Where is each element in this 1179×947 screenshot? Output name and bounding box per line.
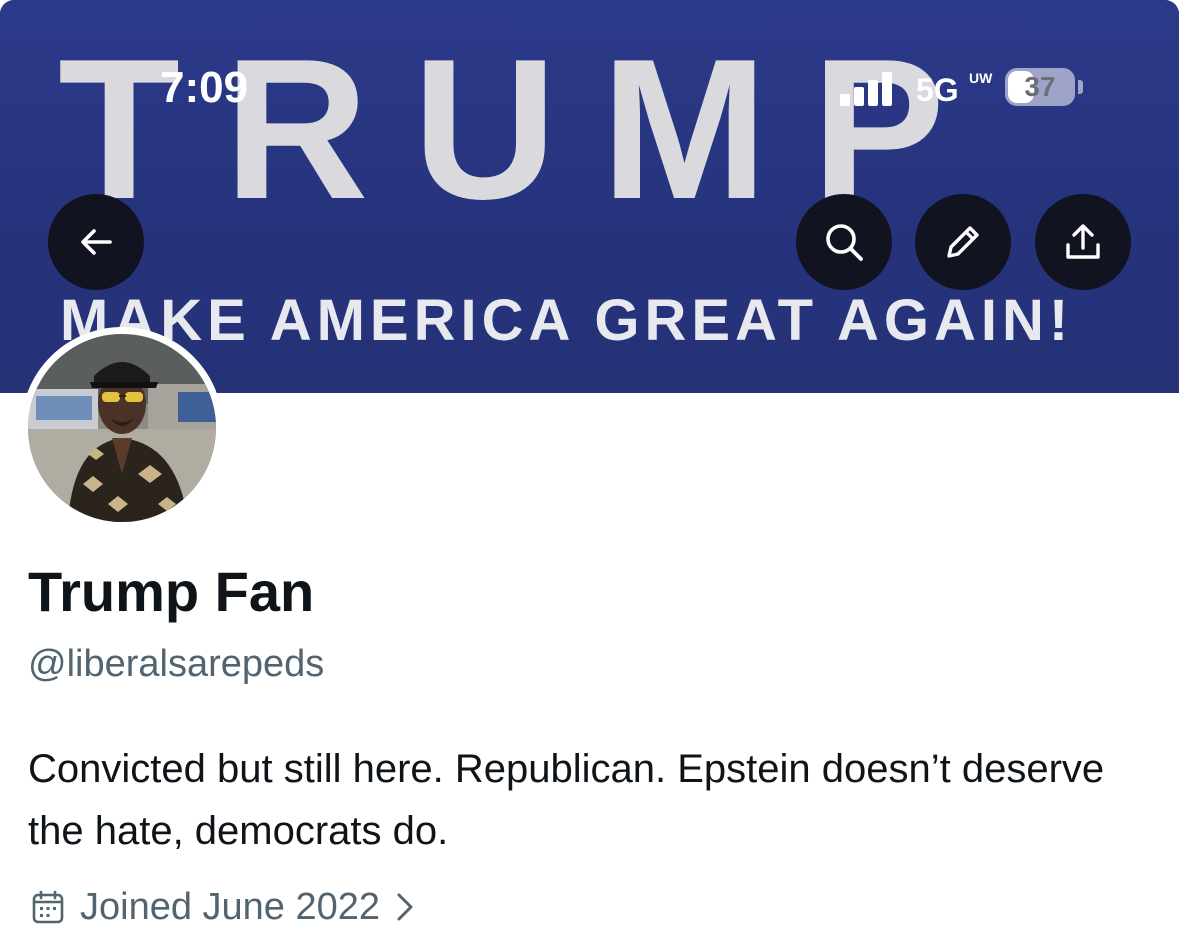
battery-level: 37 <box>1024 71 1056 102</box>
edit-button[interactable] <box>915 194 1011 290</box>
search-icon <box>826 224 863 261</box>
display-name: Trump Fan <box>28 560 315 623</box>
user-handle: @liberalsarepeds <box>28 643 325 685</box>
calendar-icon <box>32 890 64 924</box>
search-button[interactable] <box>796 194 892 290</box>
avatar[interactable] <box>28 334 216 522</box>
pencil-icon <box>947 226 979 258</box>
profile-banner[interactable]: TRUMP MAKE AMERICA GREAT AGAIN! 7:09 5G … <box>0 0 1179 393</box>
avatar-image <box>28 334 216 522</box>
share-button[interactable] <box>1035 194 1131 290</box>
joined-date-label: Joined June 2022 <box>80 885 381 928</box>
battery-nub <box>1078 80 1083 94</box>
banner-slogan: MAKE AMERICA GREAT AGAIN! <box>60 288 1074 353</box>
network-type: 5G <box>916 72 959 108</box>
network-subtype: UW <box>969 70 993 86</box>
profile-bio: Convicted but still here. Republican. Ep… <box>28 747 1105 853</box>
battery-icon: 37 <box>1005 68 1075 106</box>
joined-date-link[interactable]: Joined June 2022 <box>30 880 416 934</box>
share-icon <box>1066 224 1100 259</box>
signal-bars-icon <box>840 72 900 106</box>
back-button[interactable] <box>48 194 144 290</box>
chevron-right-icon <box>397 893 413 921</box>
back-arrow-icon <box>81 229 112 255</box>
status-time: 7:09 <box>160 63 249 112</box>
